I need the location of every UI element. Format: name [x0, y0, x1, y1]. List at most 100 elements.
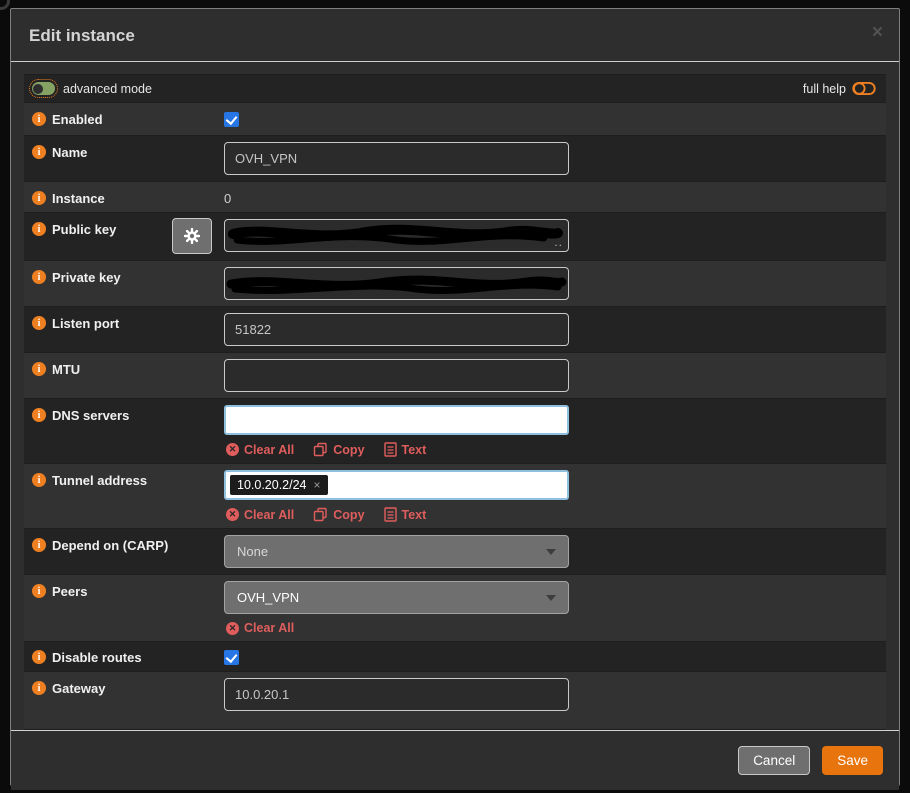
- enabled-checkbox[interactable]: [224, 112, 239, 127]
- public-key-overflow: ..: [554, 235, 563, 249]
- field-row-instance: i Instance 0: [24, 182, 886, 213]
- private-key-input[interactable]: [224, 267, 569, 300]
- info-icon: i: [32, 681, 46, 695]
- redaction-scribble: [228, 224, 563, 245]
- text-label: Text: [401, 442, 427, 457]
- generate-key-button[interactable]: [172, 218, 212, 254]
- cancel-button[interactable]: Cancel: [738, 746, 811, 775]
- token-chip: 10.0.20.2/24 ×: [230, 475, 328, 495]
- field-row-private-key: i Private key: [24, 261, 886, 307]
- tunnel-address-actions: ✕ Clear All Copy Text: [226, 507, 876, 522]
- field-label-dns-servers: DNS servers: [52, 408, 130, 423]
- chevron-down-icon: [546, 548, 556, 555]
- clear-all-icon: ✕: [226, 621, 239, 635]
- toggle-off-icon: [852, 81, 876, 96]
- field-label-enabled: Enabled: [52, 112, 103, 127]
- carp-depend-value: None: [237, 544, 269, 559]
- field-row-public-key: i Public key ..: [24, 213, 886, 261]
- info-icon: i: [32, 538, 46, 552]
- gear-icon: [184, 228, 200, 244]
- copy-link[interactable]: Copy: [313, 507, 365, 522]
- text-label: Text: [401, 507, 427, 522]
- edit-instance-modal: Edit instance × advanced mode full help: [10, 8, 900, 790]
- field-row-carp-depend: i Depend on (CARP) None: [24, 529, 886, 575]
- name-input[interactable]: [224, 142, 569, 175]
- text-link[interactable]: Text: [383, 507, 427, 522]
- save-button[interactable]: Save: [822, 746, 883, 775]
- help-bar-row: advanced mode full help: [24, 75, 886, 103]
- form-table: advanced mode full help i Enabled i Name…: [24, 74, 886, 730]
- clear-all-link[interactable]: ✕ Clear All: [226, 507, 294, 522]
- instance-value: 0: [224, 191, 232, 206]
- field-label-disable-routes: Disable routes: [52, 650, 142, 665]
- mtu-input[interactable]: [224, 359, 569, 392]
- text-file-icon: [383, 442, 397, 457]
- info-icon: i: [32, 584, 46, 598]
- modal-header: Edit instance ×: [11, 9, 899, 62]
- info-icon: i: [32, 145, 46, 159]
- advanced-mode-label: advanced mode: [63, 81, 152, 96]
- tunnel-address-input[interactable]: 10.0.20.2/24 ×: [224, 470, 569, 500]
- field-label-peers: Peers: [52, 584, 88, 599]
- clear-all-link[interactable]: ✕ Clear All: [226, 621, 294, 635]
- field-label-public-key: Public key: [52, 222, 117, 237]
- copy-icon: [314, 507, 327, 522]
- clear-all-label: Clear All: [244, 442, 295, 457]
- page-title: Edit instance: [29, 26, 135, 45]
- field-row-peers: i Peers OVH_VPN ✕ Clear All: [24, 575, 886, 642]
- field-row-disable-routes: i Disable routes: [24, 642, 886, 672]
- listen-port-input[interactable]: [224, 313, 569, 346]
- field-row-gateway: i Gateway: [24, 672, 886, 730]
- info-icon: i: [32, 191, 46, 205]
- toggle-on-icon: [29, 79, 58, 98]
- info-icon: i: [32, 650, 46, 664]
- chevron-down-icon: [546, 594, 556, 601]
- redaction-scribble: [226, 275, 567, 294]
- field-row-name: i Name: [24, 136, 886, 182]
- modal-body: advanced mode full help i Enabled i Name…: [11, 62, 899, 730]
- dns-servers-actions: ✕ Clear All Copy Text: [226, 442, 876, 457]
- full-help-label: full help: [802, 81, 846, 96]
- copy-link[interactable]: Copy: [313, 442, 365, 457]
- token-remove-icon[interactable]: ×: [314, 479, 321, 491]
- field-label-mtu: MTU: [52, 362, 81, 377]
- carp-depend-select[interactable]: None: [224, 535, 569, 568]
- info-icon: i: [32, 408, 46, 422]
- clear-all-label: Clear All: [244, 621, 295, 635]
- full-help-toggle[interactable]: full help: [803, 81, 876, 96]
- field-row-listen-port: i Listen port: [24, 307, 886, 353]
- copy-icon: [314, 442, 327, 457]
- field-row-tunnel-address: i Tunnel address 10.0.20.2/24 × ✕ Clear …: [24, 464, 886, 529]
- advanced-mode-toggle[interactable]: advanced mode: [29, 79, 152, 98]
- peers-actions: ✕ Clear All: [226, 621, 876, 635]
- copy-label: Copy: [333, 507, 365, 522]
- field-label-carp-depend: Depend on (CARP): [52, 538, 169, 553]
- copy-label: Copy: [333, 442, 365, 457]
- field-label-private-key: Private key: [52, 270, 121, 285]
- info-icon: i: [32, 112, 46, 126]
- disable-routes-checkbox[interactable]: [224, 650, 239, 665]
- field-label-tunnel-address: Tunnel address: [52, 473, 148, 488]
- text-link[interactable]: Text: [383, 442, 427, 457]
- clear-all-label: Clear All: [244, 507, 295, 522]
- close-icon[interactable]: ×: [872, 23, 883, 42]
- info-icon: i: [32, 316, 46, 330]
- field-label-gateway: Gateway: [52, 681, 106, 696]
- peers-value: OVH_VPN: [237, 590, 300, 605]
- modal-footer: Cancel Save: [11, 730, 899, 790]
- dns-servers-input[interactable]: [224, 405, 569, 435]
- field-label-listen-port: Listen port: [52, 316, 120, 331]
- field-row-mtu: i MTU: [24, 353, 886, 399]
- gateway-input[interactable]: [224, 678, 569, 711]
- text-file-icon: [383, 507, 397, 522]
- public-key-input[interactable]: ..: [224, 219, 569, 252]
- token-value: 10.0.20.2/24: [237, 478, 307, 492]
- field-row-enabled: i Enabled: [24, 103, 886, 136]
- backdrop-artifact: [0, 0, 10, 10]
- peers-select[interactable]: OVH_VPN: [224, 581, 569, 614]
- info-icon: i: [32, 473, 46, 487]
- field-label-instance: Instance: [52, 191, 105, 206]
- field-label-name: Name: [52, 145, 88, 160]
- info-icon: i: [32, 270, 46, 284]
- clear-all-link[interactable]: ✕ Clear All: [226, 442, 294, 457]
